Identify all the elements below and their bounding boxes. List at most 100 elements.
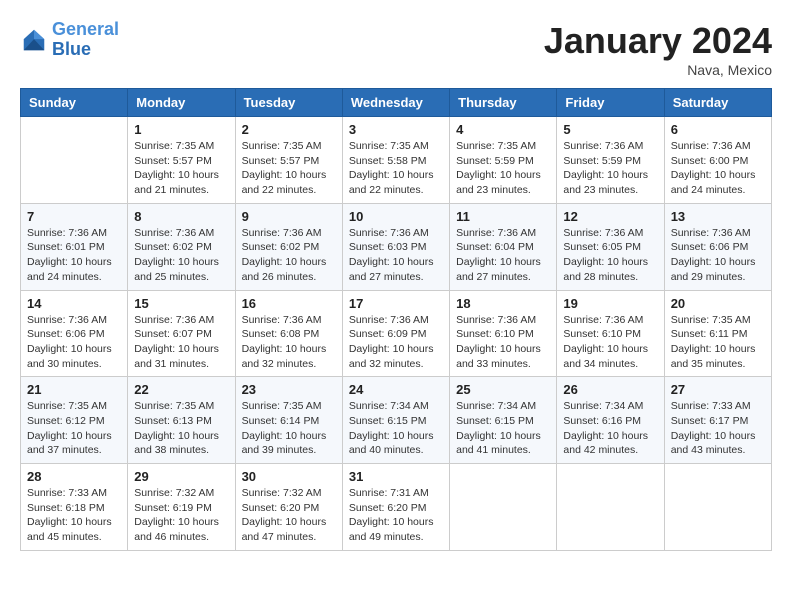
- day-info: Sunrise: 7:35 AMSunset: 6:12 PMDaylight:…: [27, 399, 121, 458]
- calendar-week-2: 14 Sunrise: 7:36 AMSunset: 6:06 PMDayligh…: [21, 290, 772, 377]
- calendar-week-3: 21Sunrise: 7:35 AMSunset: 6:12 PMDayligh…: [21, 377, 772, 464]
- day-number: 22: [134, 382, 228, 397]
- calendar-cell: 9 Sunrise: 7:36 AMSunset: 6:02 PMDaylight…: [235, 203, 342, 290]
- day-info: Sunrise: 7:36 AMSunset: 6:04 PMDaylight:…: [456, 226, 550, 285]
- location: Nava, Mexico: [544, 62, 772, 78]
- day-header-sunday: Sunday: [21, 89, 128, 117]
- calendar-cell: 2 Sunrise: 7:35 AMSunset: 5:57 PMDaylight…: [235, 117, 342, 204]
- day-number: 23: [242, 382, 336, 397]
- calendar-cell: 30Sunrise: 7:32 AMSunset: 6:20 PMDayligh…: [235, 464, 342, 551]
- day-number: 2: [242, 122, 336, 137]
- day-info: Sunrise: 7:36 AMSunset: 6:10 PMDaylight:…: [563, 313, 657, 372]
- day-info: Sunrise: 7:36 AMSunset: 6:10 PMDaylight:…: [456, 313, 550, 372]
- calendar-cell: 13Sunrise: 7:36 AMSunset: 6:06 PMDayligh…: [664, 203, 771, 290]
- day-number: 10: [349, 209, 443, 224]
- day-number: 29: [134, 469, 228, 484]
- day-info: Sunrise: 7:36 AMSunset: 6:05 PMDaylight:…: [563, 226, 657, 285]
- calendar-cell: 8Sunrise: 7:36 AMSunset: 6:02 PMDaylight…: [128, 203, 235, 290]
- calendar-header-row: SundayMondayTuesdayWednesdayThursdayFrid…: [21, 89, 772, 117]
- calendar-cell: 28Sunrise: 7:33 AMSunset: 6:18 PMDayligh…: [21, 464, 128, 551]
- calendar-cell: 1 Sunrise: 7:35 AMSunset: 5:57 PMDaylight…: [128, 117, 235, 204]
- calendar-cell: [557, 464, 664, 551]
- day-number: 28: [27, 469, 121, 484]
- day-info: Sunrise: 7:36 AMSunset: 6:07 PMDaylight:…: [134, 313, 228, 372]
- day-info: Sunrise: 7:36 AMSunset: 6:01 PMDaylight:…: [27, 226, 121, 285]
- calendar-cell: 24 Sunrise: 7:34 AMSunset: 6:15 PMDayligh…: [342, 377, 449, 464]
- day-number: 15: [134, 296, 228, 311]
- calendar-cell: 3 Sunrise: 7:35 AMSunset: 5:58 PMDaylight…: [342, 117, 449, 204]
- calendar-cell: 12 Sunrise: 7:36 AMSunset: 6:05 PMDayligh…: [557, 203, 664, 290]
- day-info: Sunrise: 7:36 AMSunset: 6:08 PMDaylight:…: [242, 313, 336, 372]
- calendar-cell: 7 Sunrise: 7:36 AMSunset: 6:01 PMDaylight…: [21, 203, 128, 290]
- day-header-saturday: Saturday: [664, 89, 771, 117]
- calendar-week-1: 7 Sunrise: 7:36 AMSunset: 6:01 PMDaylight…: [21, 203, 772, 290]
- day-header-thursday: Thursday: [450, 89, 557, 117]
- day-info: Sunrise: 7:33 AMSunset: 6:17 PMDaylight:…: [671, 399, 765, 458]
- day-info: Sunrise: 7:36 AMSunset: 6:06 PMDaylight:…: [671, 226, 765, 285]
- day-number: 24: [349, 382, 443, 397]
- day-number: 5: [563, 122, 657, 137]
- calendar-table: SundayMondayTuesdayWednesdayThursdayFrid…: [20, 88, 772, 551]
- calendar-cell: [450, 464, 557, 551]
- logo-text: General Blue: [52, 20, 119, 60]
- logo-line2: Blue: [52, 39, 91, 59]
- day-number: 26: [563, 382, 657, 397]
- day-number: 4: [456, 122, 550, 137]
- logo-icon: [20, 26, 48, 54]
- calendar-cell: 26 Sunrise: 7:34 AMSunset: 6:16 PMDayligh…: [557, 377, 664, 464]
- day-info: Sunrise: 7:36 AMSunset: 6:06 PMDaylight:…: [27, 313, 121, 372]
- day-number: 16: [242, 296, 336, 311]
- day-info: Sunrise: 7:34 AMSunset: 6:15 PMDaylight:…: [456, 399, 550, 458]
- day-header-friday: Friday: [557, 89, 664, 117]
- day-info: Sunrise: 7:36 AMSunset: 5:59 PMDaylight:…: [563, 139, 657, 198]
- day-info: Sunrise: 7:36 AMSunset: 6:03 PMDaylight:…: [349, 226, 443, 285]
- day-number: 11: [456, 209, 550, 224]
- day-number: 8: [134, 209, 228, 224]
- day-number: 9: [242, 209, 336, 224]
- day-info: Sunrise: 7:32 AMSunset: 6:20 PMDaylight:…: [242, 486, 336, 545]
- month-title: January 2024: [544, 20, 772, 62]
- day-info: Sunrise: 7:36 AMSunset: 6:00 PMDaylight:…: [671, 139, 765, 198]
- calendar-cell: [664, 464, 771, 551]
- calendar-cell: 19Sunrise: 7:36 AMSunset: 6:10 PMDayligh…: [557, 290, 664, 377]
- day-number: 20: [671, 296, 765, 311]
- calendar-cell: 6Sunrise: 7:36 AMSunset: 6:00 PMDaylight…: [664, 117, 771, 204]
- day-number: 12: [563, 209, 657, 224]
- day-number: 17: [349, 296, 443, 311]
- page-header: General Blue January 2024 Nava, Mexico: [20, 20, 772, 78]
- day-info: Sunrise: 7:35 AMSunset: 5:58 PMDaylight:…: [349, 139, 443, 198]
- day-number: 27: [671, 382, 765, 397]
- calendar-cell: 22Sunrise: 7:35 AMSunset: 6:13 PMDayligh…: [128, 377, 235, 464]
- calendar-cell: 5 Sunrise: 7:36 AMSunset: 5:59 PMDaylight…: [557, 117, 664, 204]
- day-info: Sunrise: 7:35 AMSunset: 6:11 PMDaylight:…: [671, 313, 765, 372]
- calendar-week-4: 28Sunrise: 7:33 AMSunset: 6:18 PMDayligh…: [21, 464, 772, 551]
- calendar-cell: 16 Sunrise: 7:36 AMSunset: 6:08 PMDayligh…: [235, 290, 342, 377]
- calendar-cell: 23Sunrise: 7:35 AMSunset: 6:14 PMDayligh…: [235, 377, 342, 464]
- day-number: 18: [456, 296, 550, 311]
- day-info: Sunrise: 7:32 AMSunset: 6:19 PMDaylight:…: [134, 486, 228, 545]
- calendar-cell: 14 Sunrise: 7:36 AMSunset: 6:06 PMDayligh…: [21, 290, 128, 377]
- day-number: 14: [27, 296, 121, 311]
- day-info: Sunrise: 7:34 AMSunset: 6:16 PMDaylight:…: [563, 399, 657, 458]
- calendar-week-0: 1 Sunrise: 7:35 AMSunset: 5:57 PMDaylight…: [21, 117, 772, 204]
- day-number: 1: [134, 122, 228, 137]
- day-info: Sunrise: 7:34 AMSunset: 6:15 PMDaylight:…: [349, 399, 443, 458]
- calendar-cell: 29 Sunrise: 7:32 AMSunset: 6:19 PMDayligh…: [128, 464, 235, 551]
- logo: General Blue: [20, 20, 119, 60]
- day-info: Sunrise: 7:36 AMSunset: 6:09 PMDaylight:…: [349, 313, 443, 372]
- day-info: Sunrise: 7:35 AMSunset: 5:57 PMDaylight:…: [134, 139, 228, 198]
- calendar-cell: [21, 117, 128, 204]
- calendar-cell: 11 Sunrise: 7:36 AMSunset: 6:04 PMDayligh…: [450, 203, 557, 290]
- day-info: Sunrise: 7:31 AMSunset: 6:20 PMDaylight:…: [349, 486, 443, 545]
- day-info: Sunrise: 7:35 AMSunset: 5:57 PMDaylight:…: [242, 139, 336, 198]
- calendar-cell: 31Sunrise: 7:31 AMSunset: 6:20 PMDayligh…: [342, 464, 449, 551]
- day-info: Sunrise: 7:36 AMSunset: 6:02 PMDaylight:…: [242, 226, 336, 285]
- day-header-wednesday: Wednesday: [342, 89, 449, 117]
- calendar-cell: 4Sunrise: 7:35 AMSunset: 5:59 PMDaylight…: [450, 117, 557, 204]
- day-number: 25: [456, 382, 550, 397]
- day-number: 7: [27, 209, 121, 224]
- day-number: 3: [349, 122, 443, 137]
- title-block: January 2024 Nava, Mexico: [544, 20, 772, 78]
- calendar-cell: 18 Sunrise: 7:36 AMSunset: 6:10 PMDayligh…: [450, 290, 557, 377]
- calendar-cell: 27 Sunrise: 7:33 AMSunset: 6:17 PMDayligh…: [664, 377, 771, 464]
